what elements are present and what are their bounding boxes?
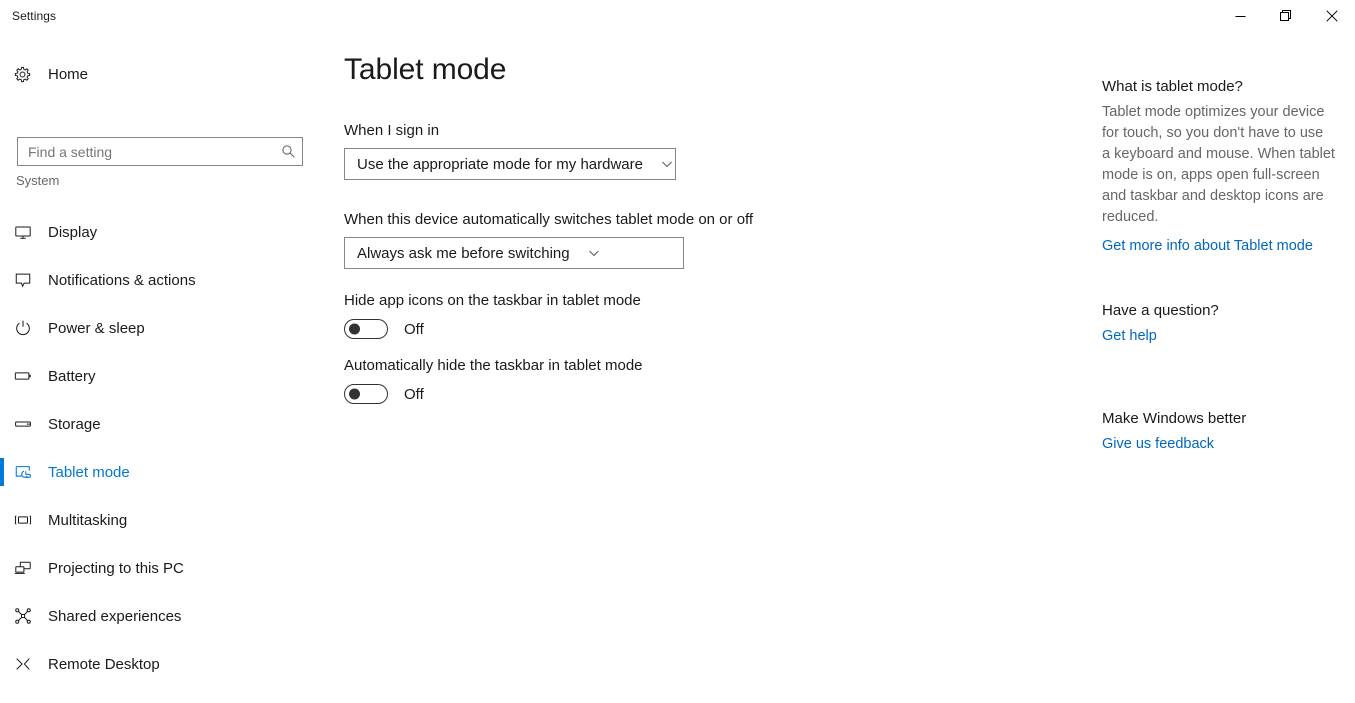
toggle-knob	[349, 323, 360, 335]
get-help-link[interactable]: Get help	[1102, 326, 1157, 346]
remote-desktop-icon	[14, 655, 36, 673]
search-icon	[281, 145, 295, 158]
sidebar-item-label: Power & sleep	[48, 319, 145, 337]
info-block-have-a-question: Have a question? Get help	[1102, 302, 1335, 346]
share-nodes-icon	[14, 607, 36, 625]
sidebar-item-power-sleep[interactable]: Power & sleep	[0, 304, 320, 352]
sign-in-dropdown[interactable]: Use the appropriate mode for my hardware	[344, 148, 676, 180]
title-bar: Settings	[0, 0, 1355, 32]
sidebar-item-label: Storage	[48, 415, 101, 433]
sidebar-home-label: Home	[48, 65, 89, 83]
window-title: Settings	[12, 9, 57, 23]
sidebar-item-label: Battery	[48, 367, 96, 385]
sidebar-item-storage[interactable]: Storage	[0, 400, 320, 448]
sidebar-item-tablet-mode[interactable]: Tablet mode	[0, 448, 320, 496]
power-icon	[14, 319, 36, 337]
hide-app-icons-row: Off	[344, 319, 1044, 339]
sidebar-item-multitasking[interactable]: Multitasking	[0, 496, 320, 544]
setting-group-hide-app-icons: Hide app icons on the taskbar in tablet …	[344, 292, 1044, 339]
auto-switch-dropdown[interactable]: Always ask me before switching	[344, 237, 684, 269]
get-more-info-link[interactable]: Get more info about Tablet mode	[1102, 236, 1313, 256]
main-content: Tablet mode When I sign in Use the appro…	[320, 32, 1080, 703]
window-controls	[1217, 0, 1355, 32]
multitasking-icon	[14, 511, 36, 529]
sidebar-item-projecting-to-this-pc[interactable]: Projecting to this PC	[0, 544, 320, 592]
hide-app-icons-state: Off	[404, 320, 424, 338]
sidebar-item-home[interactable]: Home	[0, 58, 320, 90]
sign-in-dropdown-value: Use the appropriate mode for my hardware	[357, 155, 643, 173]
info-heading: What is tablet mode?	[1102, 78, 1243, 95]
close-button[interactable]	[1309, 0, 1355, 32]
auto-hide-taskbar-toggle[interactable]	[344, 384, 388, 404]
info-heading: Have a question?	[1102, 302, 1219, 319]
info-body: Tablet mode optimizes your device for to…	[1102, 104, 1335, 225]
setting-group-auto-hide-taskbar: Automatically hide the taskbar in tablet…	[344, 357, 1044, 404]
sidebar-item-display[interactable]: Display	[0, 208, 320, 256]
search-button[interactable]	[274, 138, 302, 165]
sidebar-item-label: Projecting to this PC	[48, 559, 184, 577]
toggle-knob	[349, 388, 360, 400]
auto-hide-taskbar-state: Off	[404, 385, 424, 403]
monitor-icon	[14, 223, 36, 241]
give-us-feedback-link[interactable]: Give us feedback	[1102, 434, 1214, 454]
tablet-hand-icon	[14, 463, 36, 481]
search-input[interactable]	[18, 138, 274, 165]
settings-body: When I sign in Use the appropriate mode …	[344, 122, 1044, 404]
info-panel: What is tablet mode? Tablet mode optimiz…	[1080, 32, 1355, 703]
info-heading: Make Windows better	[1102, 410, 1247, 427]
drive-icon	[14, 415, 36, 433]
auto-switch-label: When this device automatically switches …	[344, 211, 754, 228]
hide-app-icons-toggle[interactable]	[344, 319, 388, 339]
restore-button[interactable]	[1263, 0, 1309, 32]
auto-hide-taskbar-row: Off	[344, 384, 1044, 404]
battery-icon	[14, 367, 36, 385]
sidebar-item-label: Notifications & actions	[48, 271, 196, 289]
setting-group-sign-in: When I sign in Use the appropriate mode …	[344, 122, 1044, 180]
speech-bubble-icon	[14, 271, 36, 289]
sidebar-item-label: Remote Desktop	[48, 655, 160, 673]
chevron-down-icon	[588, 247, 600, 259]
sidebar-item-label: Tablet mode	[48, 463, 130, 481]
sidebar-item-notifications-actions[interactable]: Notifications & actions	[0, 256, 320, 304]
sidebar-item-battery[interactable]: Battery	[0, 352, 320, 400]
restore-icon	[1280, 10, 1291, 21]
sidebar-item-remote-desktop[interactable]: Remote Desktop	[0, 640, 320, 688]
close-icon	[1326, 10, 1338, 22]
setting-group-auto-switch: When this device automatically switches …	[344, 211, 1044, 269]
minimize-button[interactable]	[1217, 0, 1263, 32]
sidebar-item-label: Multitasking	[48, 511, 128, 529]
page-title: Tablet mode	[344, 53, 507, 86]
sidebar-item-shared-experiences[interactable]: Shared experiences	[0, 592, 320, 640]
sidebar-item-label: Display	[48, 223, 98, 241]
info-block-make-windows-better: Make Windows better Give us feedback	[1102, 410, 1335, 454]
sidebar-nav-list: Display Notifications & actions Power & …	[0, 208, 320, 703]
gear-icon	[14, 66, 34, 83]
minimize-icon	[1235, 15, 1245, 17]
search-box[interactable]	[17, 137, 303, 166]
sidebar-section-header: System	[16, 173, 60, 188]
sidebar-item-label: Shared experiences	[48, 607, 182, 625]
auto-switch-dropdown-value: Always ask me before switching	[357, 244, 570, 262]
hide-app-icons-label: Hide app icons on the taskbar in tablet …	[344, 292, 641, 309]
chevron-down-icon	[661, 158, 673, 170]
sidebar-item-about[interactable]: About	[0, 688, 320, 703]
info-block-what-is-tablet-mode: What is tablet mode? Tablet mode optimiz…	[1102, 78, 1335, 256]
projecting-icon	[14, 559, 36, 577]
auto-hide-taskbar-label: Automatically hide the taskbar in tablet…	[344, 357, 643, 374]
sidebar: Home System Display	[0, 32, 320, 703]
sign-in-label: When I sign in	[344, 122, 440, 139]
